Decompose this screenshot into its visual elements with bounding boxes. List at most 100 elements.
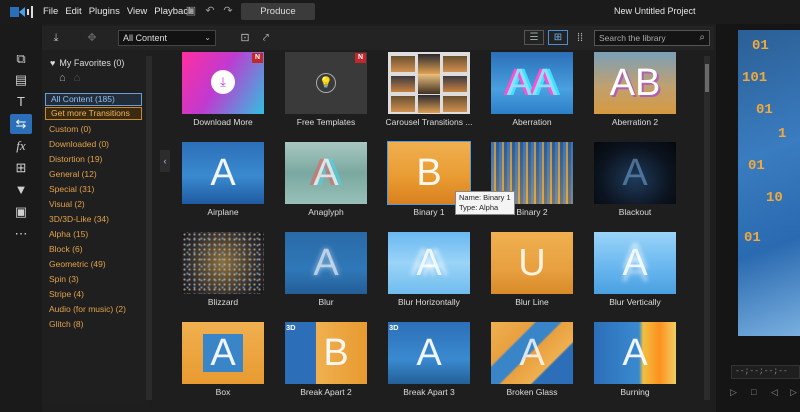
tile-broken-glass[interactable]: A Broken Glass [491, 322, 573, 397]
previous-frame-icon[interactable]: ◁ [771, 387, 778, 398]
blackout-thumb: A [594, 142, 676, 204]
content-filter-value: All Content [123, 33, 168, 43]
tile-label: Carousel Transitions ... [385, 117, 473, 127]
menu-file[interactable]: File [43, 6, 58, 17]
category-item[interactable]: Audio (for music) (2) [49, 304, 126, 314]
tile-anaglyph[interactable]: A Anaglyph [285, 142, 367, 217]
tile-blur-vertically[interactable]: A Blur Vertically [594, 232, 676, 307]
content-filter-dropdown[interactable]: All Content ⌄ [118, 30, 216, 46]
search-input[interactable] [599, 31, 695, 45]
collapse-panel-tab[interactable]: ‹ [160, 150, 170, 172]
media-room-icon[interactable]: ⧉ [10, 49, 32, 69]
tile-blur[interactable]: A Blur [285, 232, 367, 307]
tile-blackout[interactable]: A Blackout [594, 142, 676, 217]
get-more-transitions[interactable]: Get more Transitions [45, 107, 142, 120]
search-icon[interactable]: ⌕ [699, 32, 705, 43]
blur-horizontally-thumb: A [388, 232, 470, 294]
chevron-down-icon: ⌄ [204, 33, 211, 42]
aberration-2-thumb: AB [594, 52, 676, 114]
tile-blur-line[interactable]: U Blur Line [491, 232, 573, 307]
thumbnail-size-icon[interactable]: ⁞⁞ [572, 30, 588, 46]
tile-download-more[interactable]: ⤓ N Download More [182, 52, 264, 127]
category-item[interactable]: Visual (2) [49, 199, 85, 209]
category-item[interactable]: Geometric (49) [49, 259, 106, 269]
category-scrollbar[interactable] [146, 56, 152, 400]
category-item[interactable]: Downloaded (0) [49, 139, 109, 149]
remove-tag-icon[interactable]: ⌂ [74, 72, 89, 84]
plugin-icon[interactable]: ✥ [84, 30, 100, 46]
tile-airplane[interactable]: A Airplane [182, 142, 264, 217]
category-item[interactable]: Special (31) [49, 184, 94, 194]
category-all-content[interactable]: All Content (185) [45, 93, 142, 106]
save-icon[interactable]: ▣ [185, 5, 197, 17]
apply-all-icon[interactable]: ⤤ [258, 30, 274, 46]
undo-icon[interactable]: ↶ [204, 5, 216, 17]
category-item[interactable]: 3D/3D-Like (34) [49, 214, 109, 224]
tile-carousel-transitions[interactable]: Carousel Transitions ... [386, 52, 472, 127]
produce-button[interactable]: Produce [241, 3, 315, 20]
category-item[interactable]: Custom (0) [49, 124, 91, 134]
next-frame-icon[interactable]: ▷ [790, 387, 797, 398]
3d-badge: 3D [286, 323, 296, 332]
more-icon[interactable]: ⋯ [10, 224, 32, 244]
burning-thumb: A [594, 322, 676, 384]
app-logo [10, 6, 33, 18]
add-tag-icon[interactable]: ⌂ [59, 72, 74, 84]
favorites-item[interactable]: ♥ My Favorites (0) [50, 58, 124, 68]
tile-blizzard[interactable]: Blizzard [182, 232, 264, 307]
category-item[interactable]: Stripe (4) [49, 289, 84, 299]
stop-icon[interactable]: □ [751, 387, 756, 397]
tile-blur-horizontally[interactable]: A Blur Horizontally [388, 232, 470, 307]
transition-room-icon[interactable]: ⇆ [10, 114, 32, 134]
room-toolbar: ⧉ ▤ T ⇆ fx ⊞ ▼ ▣ ⋯ [0, 24, 42, 412]
grid-scrollbar[interactable] [704, 56, 710, 400]
broken-glass-glyph: A [519, 332, 545, 374]
tile-break-apart-3[interactable]: A 3D Break Apart 3 [388, 322, 470, 397]
tile-break-apart-2[interactable]: B 3D Break Apart 2 [285, 322, 367, 397]
category-item[interactable]: Distortion (19) [49, 154, 102, 164]
blackout-glyph: A [622, 152, 648, 194]
airplane-thumb: A [182, 142, 264, 204]
pip-room-icon[interactable]: ⊞ [10, 158, 32, 178]
add-to-timeline-icon[interactable]: ⊡ [237, 30, 253, 46]
category-item[interactable]: General (12) [49, 169, 97, 179]
category-item[interactable]: Spin (3) [49, 274, 79, 284]
broken-glass-thumb: A [491, 322, 573, 384]
redo-icon[interactable]: ↷ [222, 5, 234, 17]
storyboard-icon[interactable]: ▤ [10, 70, 32, 90]
tile-label: Aberration [512, 117, 552, 127]
particle-room-icon[interactable]: ▼ [10, 180, 32, 200]
grid-view-button[interactable]: ⊞ [548, 30, 568, 45]
break-apart-3-glyph: A [416, 332, 442, 374]
tile-label: Download More [193, 117, 253, 127]
menu-view[interactable]: View [127, 6, 147, 17]
tile-aberration-2[interactable]: AB Aberration 2 [594, 52, 676, 127]
tile-label: Blizzard [207, 297, 239, 307]
tile-box[interactable]: A Box [182, 322, 264, 397]
subtitle-room-icon[interactable]: ▣ [10, 202, 32, 222]
menu-plugins[interactable]: Plugins [89, 6, 120, 17]
library-search[interactable]: ⌕ [594, 30, 710, 46]
menu-edit[interactable]: Edit [65, 6, 81, 17]
tile-aberration[interactable]: AA Aberration [491, 52, 573, 127]
category-item[interactable]: Glitch (8) [49, 319, 83, 329]
tile-label: Blur [318, 297, 334, 307]
break-apart-2-glyph: B [323, 332, 349, 374]
tile-label: Break Apart 2 [300, 387, 352, 397]
tile-label: Airplane [207, 207, 239, 217]
category-item[interactable]: Block (6) [49, 244, 83, 254]
fx-room-icon[interactable]: fx [10, 136, 32, 156]
title-room-icon[interactable]: T [10, 92, 32, 112]
new-badge: N [252, 53, 263, 63]
category-item[interactable]: Alpha (15) [49, 229, 88, 239]
tile-label: Blackout [618, 207, 652, 217]
tile-burning[interactable]: A Burning [594, 322, 676, 397]
grid-scrollbar-thumb[interactable] [705, 64, 709, 92]
airplane-glyph: A [210, 152, 236, 194]
tile-free-templates[interactable]: 💡 N Free Templates [285, 52, 367, 127]
import-icon[interactable]: ⤓ [48, 30, 64, 46]
list-view-button[interactable]: ☰ [524, 30, 544, 45]
favorite-actions: ⌂⌂ [59, 72, 88, 84]
box-thumb: A [182, 322, 264, 384]
play-icon[interactable]: ▷ [730, 387, 737, 398]
